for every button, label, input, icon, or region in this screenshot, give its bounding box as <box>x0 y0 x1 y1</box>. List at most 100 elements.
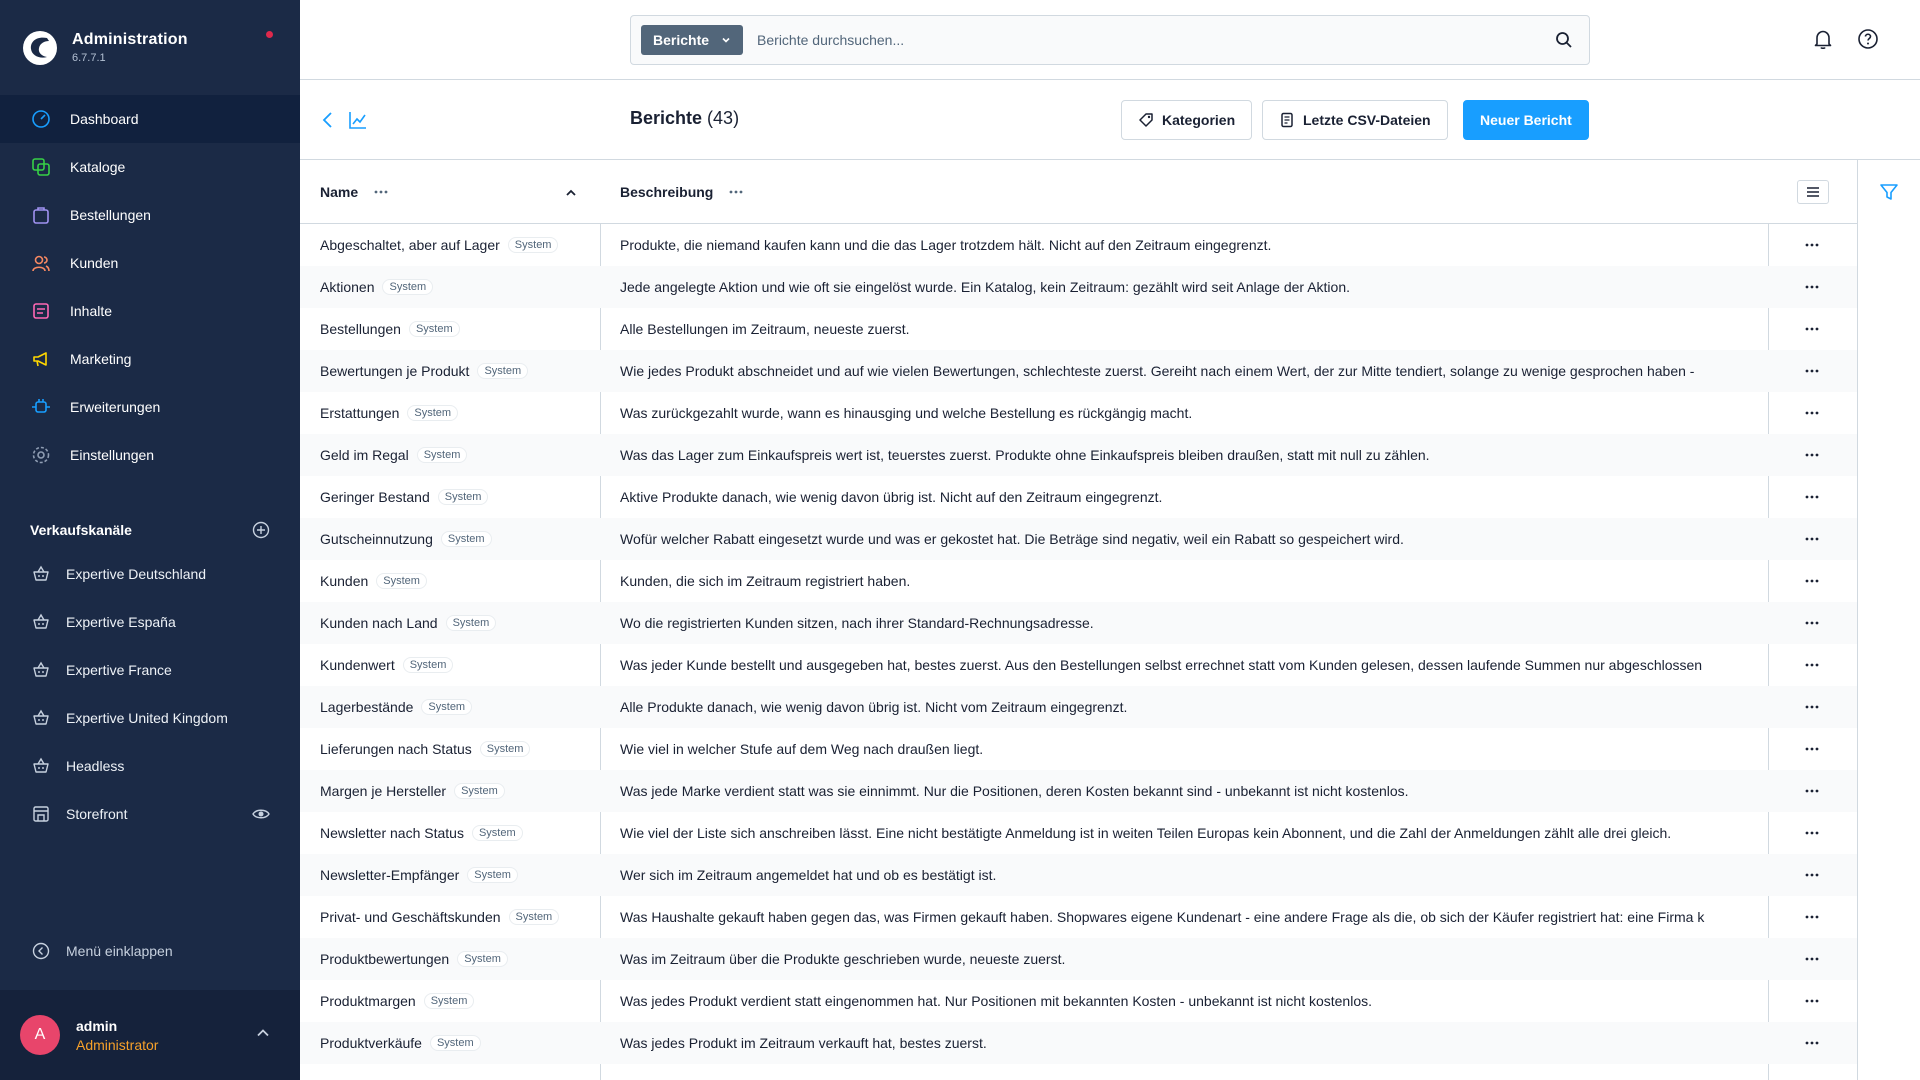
report-name[interactable]: Margen je Hersteller <box>320 783 446 799</box>
more-icon[interactable] <box>374 190 388 194</box>
report-name[interactable]: Erstattungen <box>320 405 399 421</box>
user-menu[interactable]: A admin Administrator <box>0 990 300 1080</box>
chevron-left-icon[interactable] <box>320 110 336 130</box>
nav-item-orders[interactable]: Bestellungen <box>0 191 300 239</box>
row-actions-icon[interactable] <box>1805 742 1819 756</box>
new-report-button[interactable]: Neuer Bericht <box>1463 100 1589 140</box>
table-row[interactable]: Kundenwert System Was jeder Kunde bestellt… <box>300 644 1857 686</box>
row-actions-icon[interactable] <box>1805 532 1819 546</box>
table-row[interactable]: Margen je Hersteller System Was jede Marke… <box>300 770 1857 812</box>
row-actions-icon[interactable] <box>1805 238 1819 252</box>
table-row[interactable]: Bewertungen je Produkt System Wie jedes Pr… <box>300 350 1857 392</box>
add-circle-icon[interactable] <box>252 521 270 539</box>
row-actions-icon[interactable] <box>1805 994 1819 1008</box>
system-badge: System <box>508 909 560 925</box>
grid-settings-button[interactable] <box>1797 180 1829 204</box>
report-name[interactable]: Abgeschaltet, aber auf Lager <box>320 237 500 253</box>
report-name-cell: Bewertungen je Produkt System <box>320 350 529 392</box>
report-name[interactable]: Produktverkäufe <box>320 1035 422 1051</box>
nav-item-catalog[interactable]: Kataloge <box>0 143 300 191</box>
table-row[interactable]: Geld im Regal System Was das Lager zum Ein… <box>300 434 1857 476</box>
table-row[interactable]: Newsletter-Empfänger System Wer sich im Ze… <box>300 854 1857 896</box>
help-icon[interactable] <box>1857 28 1879 50</box>
row-actions-icon[interactable] <box>1805 322 1819 336</box>
report-name[interactable]: Privat- und Geschäftskunden <box>320 909 501 925</box>
table-row[interactable]: Aktionen System Jede angelegte Aktion und … <box>300 266 1857 308</box>
row-actions-icon[interactable] <box>1805 658 1819 672</box>
column-header-description[interactable]: Beschreibung <box>620 184 743 200</box>
nav-item-marketing[interactable]: Marketing <box>0 335 300 383</box>
search-type-select[interactable]: Berichte <box>641 25 744 55</box>
sales-channel-item[interactable]: Expertive Deutschland <box>0 550 300 598</box>
row-actions-icon[interactable] <box>1805 406 1819 420</box>
extensions-icon <box>30 396 52 418</box>
categories-button[interactable]: Kategorien <box>1121 100 1253 140</box>
more-icon[interactable] <box>729 190 743 194</box>
table-row[interactable]: Geringer Bestand System Aktive Produkte da… <box>300 476 1857 518</box>
table-row[interactable]: Produktbewertungen System Was im Zeitraum … <box>300 938 1857 980</box>
sales-channel-item[interactable]: Headless <box>0 742 300 790</box>
report-name[interactable]: Aktionen <box>320 279 374 295</box>
search-icon[interactable] <box>1555 31 1573 49</box>
sales-channel-item[interactable]: Storefront <box>0 790 300 838</box>
table-row[interactable]: Lagerbestände System Alle Produkte danach,… <box>300 686 1857 728</box>
table-row[interactable]: Kunden System Kunden, die sich im Zeitraum… <box>300 560 1857 602</box>
report-name[interactable]: Newsletter-Empfänger <box>320 867 459 883</box>
table-row[interactable]: Erstattungen System Was zurückgezahlt wurd… <box>300 392 1857 434</box>
report-name[interactable]: Kunden <box>320 573 368 589</box>
collapse-menu-button[interactable]: Menü einklappen <box>30 940 173 962</box>
row-actions-icon[interactable] <box>1805 364 1819 378</box>
report-name[interactable]: Bestellungen <box>320 321 401 337</box>
search-input[interactable] <box>757 32 1538 48</box>
sort-ascending-icon[interactable] <box>565 188 577 198</box>
report-name[interactable]: Produktbewertungen <box>320 951 449 967</box>
report-name[interactable]: Kunden nach Land <box>320 615 438 631</box>
report-name[interactable]: Newsletter nach Status <box>320 825 464 841</box>
sales-channels-title: Verkaufskanäle <box>30 522 132 538</box>
report-name[interactable]: Produktmargen <box>320 993 416 1009</box>
nav-item-extensions[interactable]: Erweiterungen <box>0 383 300 431</box>
sales-channel-item[interactable]: Expertive España <box>0 598 300 646</box>
row-actions-icon[interactable] <box>1805 1036 1819 1050</box>
table-row[interactable]: Abgeschaltet, aber auf Lager System Produk… <box>300 224 1857 266</box>
report-name[interactable]: Kundenwert <box>320 657 395 673</box>
row-actions-icon[interactable] <box>1805 616 1819 630</box>
report-name[interactable]: Lieferungen nach Status <box>320 741 472 757</box>
row-actions-icon[interactable] <box>1805 910 1819 924</box>
table-row[interactable]: Newsletter nach Status System Wie viel der… <box>300 812 1857 854</box>
bell-icon[interactable] <box>1812 28 1834 50</box>
nav-item-dashboard[interactable]: Dashboard <box>0 95 300 143</box>
eye-icon[interactable] <box>252 805 270 823</box>
sales-channel-item[interactable]: Expertive France <box>0 646 300 694</box>
sales-channel-item[interactable]: Expertive United Kingdom <box>0 694 300 742</box>
table-row[interactable]: Gutscheinnutzung System Wofür welcher Raba… <box>300 518 1857 560</box>
report-name[interactable]: Lagerbestände <box>320 699 413 715</box>
chevron-up-icon[interactable] <box>256 1026 270 1040</box>
column-header-label: Beschreibung <box>620 184 714 200</box>
row-actions-icon[interactable] <box>1805 868 1819 882</box>
column-header-name[interactable]: Name <box>320 184 388 200</box>
row-actions-icon[interactable] <box>1805 952 1819 966</box>
table-row[interactable]: Kunden nach Land System Wo die registriert… <box>300 602 1857 644</box>
nav-item-settings[interactable]: Einstellungen <box>0 431 300 479</box>
table-row[interactable]: Privat- und Geschäftskunden System Was Hau… <box>300 896 1857 938</box>
row-actions-icon[interactable] <box>1805 574 1819 588</box>
row-actions-icon[interactable] <box>1805 280 1819 294</box>
nav-item-content[interactable]: Inhalte <box>0 287 300 335</box>
table-row[interactable]: Lieferungen nach Status System Wie viel in… <box>300 728 1857 770</box>
nav-item-customers[interactable]: Kunden <box>0 239 300 287</box>
report-name[interactable]: Gutscheinnutzung <box>320 531 433 547</box>
row-actions-icon[interactable] <box>1805 784 1819 798</box>
report-name[interactable]: Bewertungen je Produkt <box>320 363 469 379</box>
recent-csv-button[interactable]: Letzte CSV-Dateien <box>1262 100 1448 140</box>
row-actions-icon[interactable] <box>1805 448 1819 462</box>
row-actions-icon[interactable] <box>1805 490 1819 504</box>
filter-icon[interactable] <box>1879 182 1899 202</box>
row-actions-icon[interactable] <box>1805 700 1819 714</box>
report-name[interactable]: Geld im Regal <box>320 447 409 463</box>
row-actions-icon[interactable] <box>1805 826 1819 840</box>
table-row[interactable]: Produktverkäufe System Was jedes Produkt i… <box>300 1022 1857 1064</box>
report-name[interactable]: Geringer Bestand <box>320 489 430 505</box>
table-row[interactable]: Produktmargen System Was jedes Produkt ver… <box>300 980 1857 1022</box>
table-row[interactable]: Bestellungen System Alle Bestellungen im Z… <box>300 308 1857 350</box>
